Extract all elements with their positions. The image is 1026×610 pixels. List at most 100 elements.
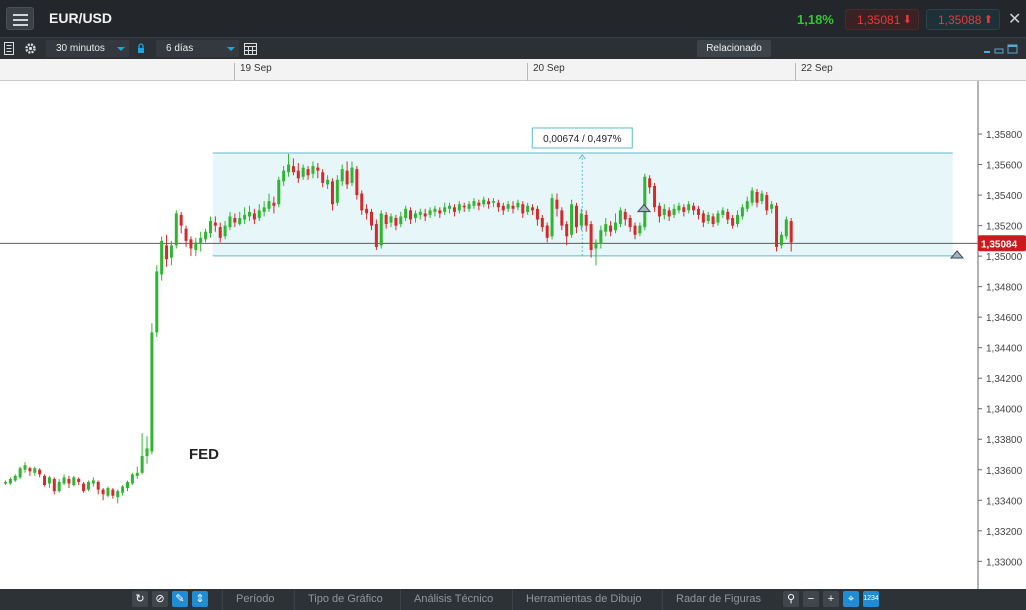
candle: [106, 488, 110, 496]
candle: [516, 202, 520, 208]
y-tick-label: 1,34600: [986, 313, 1023, 324]
candle: [418, 211, 422, 215]
candle: [775, 205, 779, 247]
candle: [692, 205, 696, 211]
candle: [199, 237, 203, 244]
instrument-title: EUR/USD: [49, 10, 113, 26]
menu-chart-type[interactable]: Tipo de Gráfico: [294, 589, 396, 610]
range-dropdown[interactable]: 6 días: [156, 40, 239, 57]
pencil-icon[interactable]: ✎: [172, 591, 188, 607]
candle: [765, 195, 769, 211]
alert-triangle-icon: [949, 250, 965, 259]
candle: [374, 224, 378, 247]
restore-icon: [994, 48, 1004, 54]
candle: [531, 207, 535, 211]
date-axis: 19 Sep 20 Sep 22 Sep: [0, 59, 1026, 81]
candle: [413, 213, 417, 218]
hamburger-menu-icon[interactable]: [6, 7, 34, 30]
sell-price-button[interactable]: 1,35081 ⬇: [845, 9, 919, 30]
candle: [135, 472, 139, 476]
search-icon[interactable]: ⚲: [783, 591, 799, 607]
menu-pattern-radar[interactable]: Radar de Figuras: [662, 589, 774, 610]
interval-dropdown[interactable]: 30 minutos: [46, 40, 129, 57]
y-tick-label: 1,35200: [986, 222, 1023, 233]
zoom-in-icon[interactable]: +: [823, 591, 839, 607]
y-tick-label: 1,33200: [986, 527, 1023, 538]
candle: [82, 483, 86, 492]
clear-icon[interactable]: ⊘: [152, 591, 168, 607]
candle: [706, 214, 710, 222]
candle: [301, 167, 305, 177]
calendar-icon[interactable]: [243, 40, 258, 57]
candle: [628, 217, 632, 228]
fed-annotation: FED: [189, 446, 219, 463]
buy-price-button[interactable]: 1,35088 ⬆: [926, 9, 1000, 30]
refresh-icon[interactable]: ↻: [132, 591, 148, 607]
candle: [740, 207, 744, 217]
interval-value: 30 minutos: [56, 43, 105, 54]
candle: [648, 178, 652, 188]
candle: [28, 468, 32, 472]
candle: [770, 204, 774, 209]
lock-icon[interactable]: [136, 40, 146, 57]
candle: [550, 198, 554, 237]
date-label: 20 Sep: [527, 63, 565, 81]
candle: [13, 475, 17, 481]
menu-period[interactable]: Período: [222, 589, 288, 610]
candle: [350, 167, 354, 183]
y-tick-label: 1,34200: [986, 374, 1023, 385]
candle: [291, 166, 295, 173]
y-tick-label: 1,34000: [986, 405, 1023, 416]
y-tick-label: 1,35600: [986, 161, 1023, 172]
candle: [311, 166, 315, 174]
candle: [409, 210, 413, 220]
candle: [111, 489, 115, 496]
zoom-out-icon[interactable]: −: [803, 591, 819, 607]
measure-label: 0,00674 / 0,497%: [543, 134, 622, 145]
candle: [662, 208, 666, 215]
price-chart[interactable]: 0,00674 / 0,497% FED 1,35800 1,35600 1,35400…: [0, 81, 1026, 589]
candle: [521, 204, 525, 214]
candle: [560, 210, 564, 226]
candle: [96, 481, 100, 490]
menu-technical-analysis[interactable]: Análisis Técnico: [400, 589, 506, 610]
candle: [248, 211, 251, 217]
candle: [501, 205, 505, 211]
candle: [379, 213, 383, 246]
candle: [687, 204, 691, 211]
candle: [316, 167, 320, 171]
candle: [330, 181, 334, 205]
candle: [677, 205, 681, 211]
menu-drawing-tools[interactable]: Herramientas de Dibujo: [512, 589, 655, 610]
candle: [462, 205, 466, 208]
candle: [784, 219, 788, 237]
related-button[interactable]: Relacionado: [697, 40, 771, 57]
document-icon[interactable]: [3, 40, 15, 57]
bottom-toolbar: ↻ ⊘ ✎ ⇕ Período Tipo de Gráfico Análisis…: [0, 589, 1026, 610]
candle: [701, 213, 705, 223]
crosshair-icon[interactable]: ⌖: [843, 591, 859, 607]
data-labels-icon[interactable]: 1234: [863, 591, 879, 607]
candle: [448, 205, 452, 209]
candle: [252, 213, 256, 220]
gear-icon[interactable]: [24, 40, 37, 57]
candle: [340, 169, 344, 182]
y-tick-label: 1,34400: [986, 344, 1023, 355]
candle: [570, 204, 574, 235]
candle: [272, 202, 276, 206]
window-controls[interactable]: [982, 40, 1022, 57]
candle: [555, 199, 559, 209]
candle: [755, 192, 759, 203]
candle: [77, 478, 81, 482]
candle: [355, 169, 359, 196]
candle: [565, 224, 569, 237]
candle: [277, 179, 281, 205]
candle: [711, 216, 715, 225]
candle: [599, 230, 603, 244]
y-tick-label: 1,35800: [986, 130, 1023, 141]
candle: [306, 169, 310, 176]
candle: [472, 201, 476, 206]
close-icon[interactable]: ✕: [1008, 9, 1021, 29]
candle: [736, 214, 739, 225]
scroll-arrows-icon[interactable]: ⇕: [192, 591, 208, 607]
